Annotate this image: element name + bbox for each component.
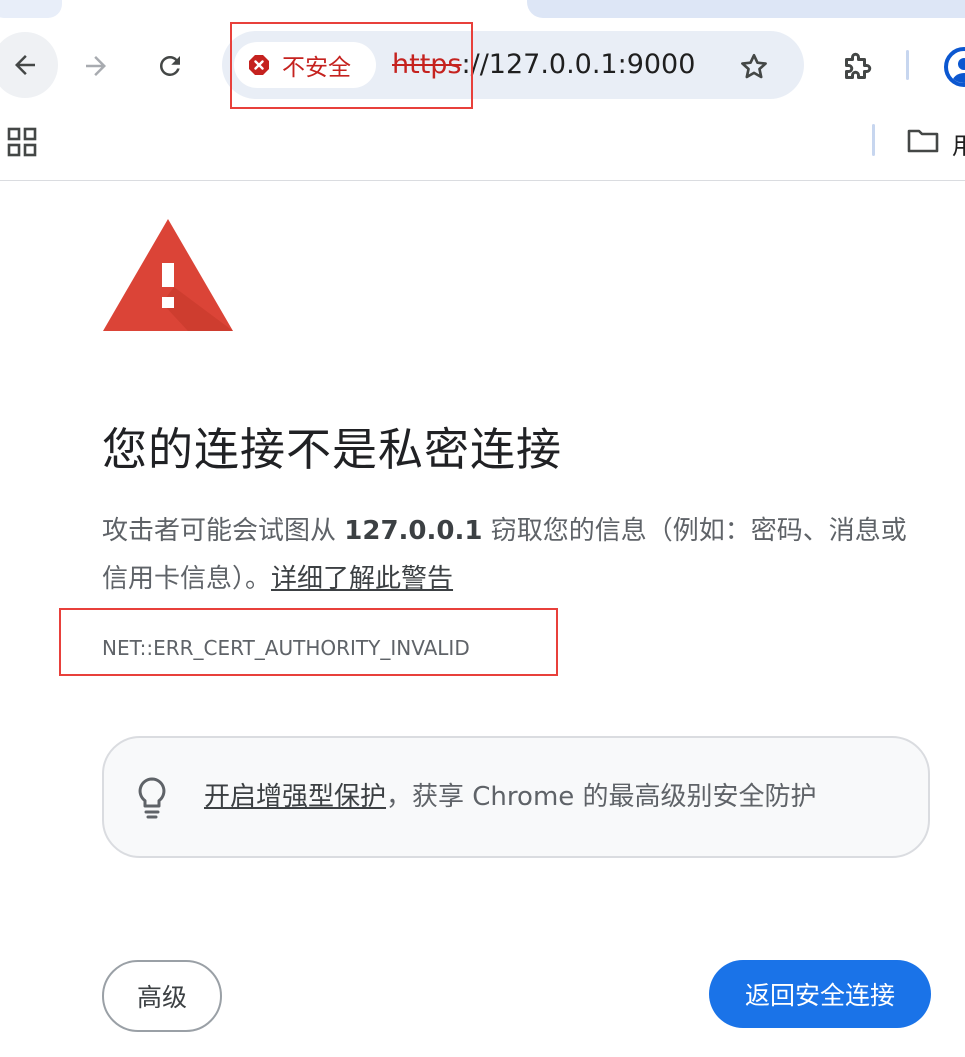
back-to-safety-button[interactable]: 返回安全连接 xyxy=(709,960,931,1028)
extensions-puzzle-icon xyxy=(845,52,872,79)
error-code[interactable]: NET::ERR_CERT_AUTHORITY_INVALID xyxy=(102,636,470,660)
back-arrow-icon xyxy=(15,55,35,75)
bookmark-folder-label[interactable]: 用 xyxy=(952,126,965,161)
bookmarks-separator xyxy=(872,124,875,156)
forward-arrow-icon xyxy=(86,56,106,76)
learn-more-link[interactable]: 详细了解此警告 xyxy=(271,564,453,594)
security-chip-label: 不安全 xyxy=(282,55,351,81)
advanced-button[interactable]: 高级 xyxy=(102,960,222,1032)
ssl-interstitial: 您的连接不是私密连接 攻击者可能会试图从 127.0.0.1 窃取您的信息（例如… xyxy=(0,181,965,1057)
apps-grid-icon[interactable] xyxy=(6,126,38,158)
browser-toolbar: 不安全 https://127.0.0.1:9000 xyxy=(0,20,965,110)
security-chip[interactable]: 不安全 xyxy=(234,42,376,88)
bookmarks-bar: 用 xyxy=(0,110,965,181)
enhanced-protection-link[interactable]: 开启增强型保护 xyxy=(204,782,386,812)
lightbulb-icon xyxy=(138,777,166,819)
forward-button[interactable] xyxy=(74,44,118,88)
warning-triangle-icon xyxy=(103,219,233,331)
enhanced-protection-card: 开启增强型保护，获享 Chrome 的最高级别安全防护 xyxy=(102,736,930,858)
page-title: 您的连接不是私密连接 xyxy=(102,423,563,476)
bookmark-star-button[interactable] xyxy=(734,47,774,87)
extensions-button[interactable] xyxy=(834,44,880,90)
folder-icon[interactable] xyxy=(906,124,940,158)
omnibox[interactable]: 不安全 https://127.0.0.1:9000 xyxy=(222,31,804,99)
warning-description: 攻击者可能会试图从 127.0.0.1 窃取您的信息（例如：密码、消息或信用卡信… xyxy=(102,507,922,603)
star-icon xyxy=(741,53,767,79)
profile-avatar-icon[interactable] xyxy=(944,47,965,87)
url-text[interactable]: https://127.0.0.1:9000 xyxy=(392,31,695,99)
not-secure-icon xyxy=(248,54,270,76)
toolbar-separator xyxy=(906,50,909,80)
desc-prefix: 攻击者可能会试图从 xyxy=(102,516,345,546)
url-scheme: https xyxy=(392,49,462,80)
reload-button[interactable] xyxy=(148,44,192,88)
tab-inactive[interactable] xyxy=(0,0,62,18)
tab-strip xyxy=(0,0,965,20)
url-host: ://127.0.0.1:9000 xyxy=(461,49,696,80)
enhanced-protection-rest: ，获享 Chrome 的最高级别安全防护 xyxy=(386,782,817,812)
reload-icon xyxy=(159,55,180,76)
tab-active[interactable] xyxy=(527,0,965,18)
desc-host: 127.0.0.1 xyxy=(344,516,483,546)
enhanced-protection-text: 开启增强型保护，获享 Chrome 的最高级别安全防护 xyxy=(204,776,817,818)
back-button[interactable] xyxy=(0,32,58,98)
